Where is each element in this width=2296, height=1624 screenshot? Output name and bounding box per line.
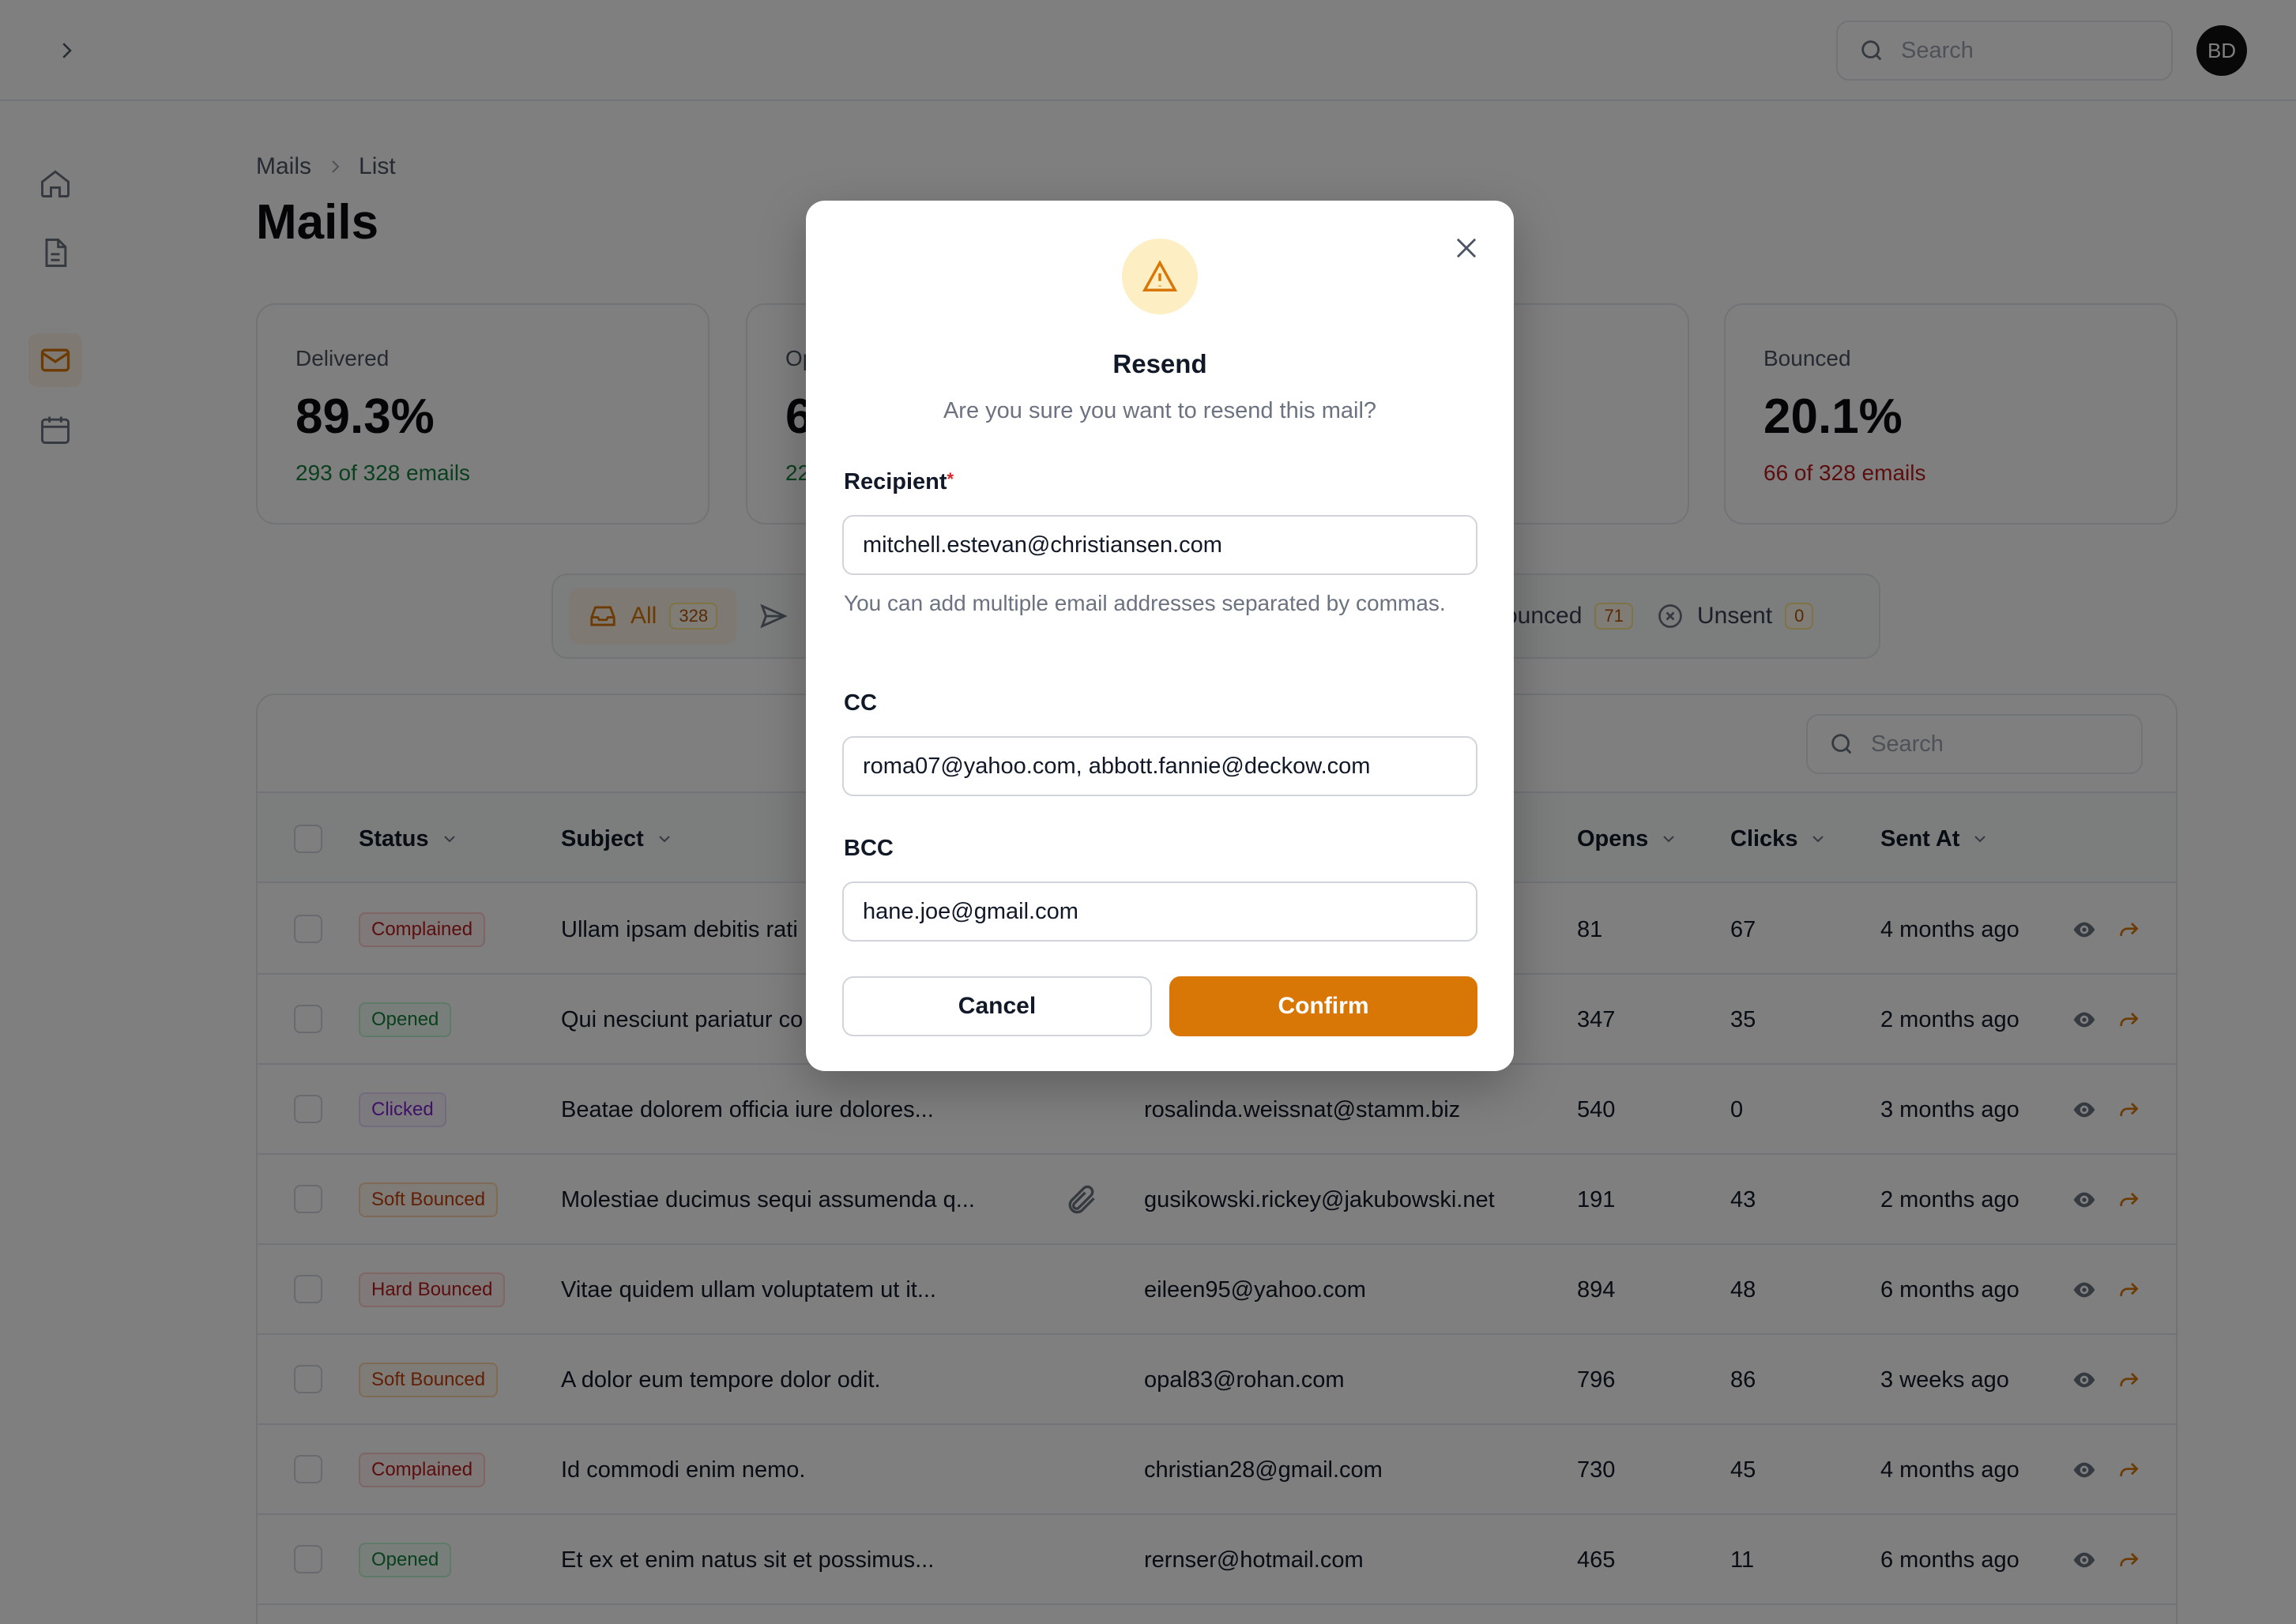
close-button[interactable] <box>1449 231 1484 265</box>
confirm-button[interactable]: Confirm <box>1169 976 1477 1036</box>
warning-badge <box>1122 239 1198 314</box>
bcc-field[interactable] <box>842 882 1477 942</box>
bcc-label: BCC <box>844 836 894 861</box>
dialog-title: Resend <box>1112 349 1207 378</box>
recipient-label-text: Recipient <box>844 469 947 494</box>
required-asterisk: * <box>947 469 954 489</box>
close-icon <box>1456 238 1477 258</box>
recipient-label: Recipient* <box>844 469 954 495</box>
dialog-description: Are you sure you want to resend this mai… <box>943 398 1377 423</box>
recipient-hint: You can add multiple email addresses sep… <box>844 591 1446 615</box>
resend-dialog: Resend Are you sure you want to resend t… <box>806 201 1514 1071</box>
cc-field[interactable] <box>842 736 1477 796</box>
cc-label: CC <box>844 690 877 716</box>
recipient-field[interactable] <box>842 515 1477 575</box>
warning-triangle-icon <box>1142 260 1178 291</box>
cancel-button[interactable]: Cancel <box>842 976 1152 1036</box>
